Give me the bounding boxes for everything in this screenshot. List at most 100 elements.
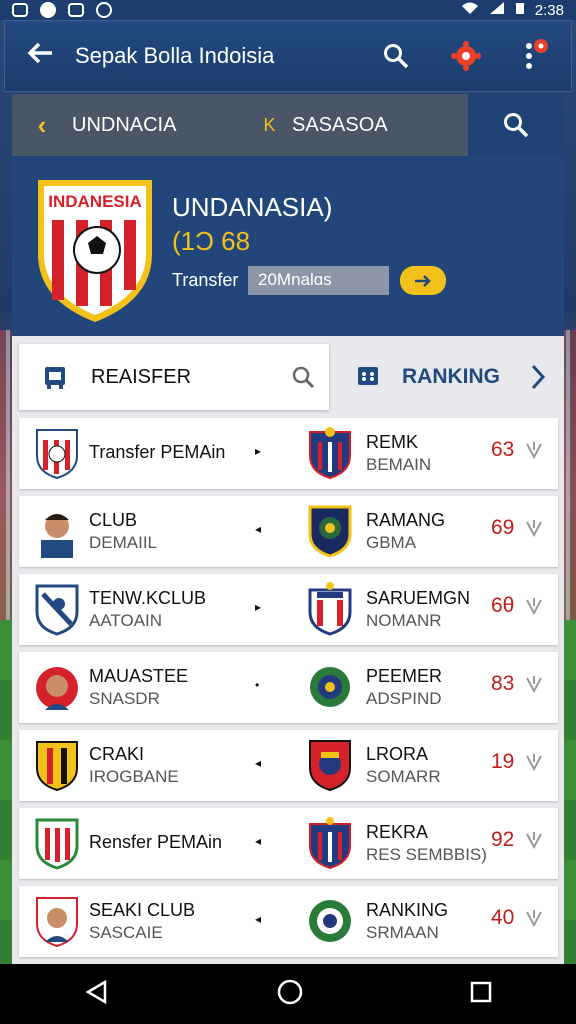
segment-search-icon[interactable] xyxy=(277,365,329,389)
item-right-subtitle: GBMA xyxy=(366,533,417,552)
item-left-subtitle: SASCAIE xyxy=(89,923,163,942)
item-score: 19 xyxy=(491,750,515,773)
item-right-subtitle: SRMAAN xyxy=(366,923,439,942)
item-score: 92 xyxy=(491,828,515,851)
chevron-down-icon[interactable] xyxy=(525,440,543,465)
direction-arrow-icon: • xyxy=(255,678,260,692)
transfer-go-button[interactable] xyxy=(400,266,446,295)
list-item[interactable]: Rensfer PEMAin ◂ REKRA RES SEMBBIS) 92 xyxy=(19,808,558,879)
list-item[interactable]: CRAKI IROGBANE ◂ LRORA SOMARR 19 xyxy=(19,730,558,801)
nav-back-icon[interactable] xyxy=(83,978,111,1011)
search-icon[interactable] xyxy=(361,43,431,69)
club-badge-icon xyxy=(35,506,79,558)
direction-arrow-icon: ◂ xyxy=(255,912,262,926)
back-arrow-icon[interactable] xyxy=(5,39,75,73)
tab-separator: K xyxy=(263,114,276,135)
list-item[interactable]: CLUB DEMAIIL ◂ RAMANG GBMA 69 xyxy=(19,496,558,567)
item-left-subtitle: DEMAIIL xyxy=(89,533,158,552)
ranking-segment-label: RANKING xyxy=(402,365,500,388)
item-left-title: CLUB xyxy=(89,510,138,530)
club-badge-icon xyxy=(35,662,79,714)
team-name: UNDANASIA) xyxy=(172,192,333,222)
item-right-title: PEEMER xyxy=(366,666,443,686)
chevron-left-icon[interactable]: ‹ xyxy=(12,110,72,141)
list-item[interactable]: Transfer PEMAin ▸ REMK BEMAIN 63 xyxy=(19,418,558,489)
list-item[interactable]: SEAKI CLUB SASCAIE ◂ RANKING SRMAAN 40 xyxy=(19,886,558,957)
chevron-down-icon[interactable] xyxy=(525,752,543,777)
team-header: INDANESIA UNDANASIA) (1Ɔ 68 Transfer 20M… xyxy=(12,156,564,336)
item-right-title: LRORA xyxy=(366,744,429,764)
chevron-down-icon[interactable] xyxy=(525,830,543,855)
opponent-badge-icon xyxy=(307,894,353,948)
item-right-title: REMK xyxy=(366,432,419,452)
app-title: Sepak Bolla Indoisia xyxy=(75,43,275,68)
team-score: (1Ɔ 68 xyxy=(172,226,251,256)
chevron-down-icon[interactable] xyxy=(525,596,543,621)
more-menu-icon[interactable] xyxy=(501,38,571,74)
item-score: 40 xyxy=(491,906,515,929)
club-badge-icon xyxy=(35,818,79,870)
item-left-title: Rensfer PEMAin xyxy=(89,832,223,852)
opponent-badge-icon xyxy=(307,426,353,480)
chevron-down-icon[interactable] xyxy=(525,518,543,543)
transfer-label: Transfer xyxy=(172,270,239,290)
content-panel: REAISFER RANKING Transfer PEMAin ▸ REMK … xyxy=(12,336,564,964)
opponent-badge-icon xyxy=(307,660,353,714)
item-left-title: CRAKI xyxy=(89,744,145,764)
nav-recents-icon[interactable] xyxy=(469,980,493,1009)
item-score: 63 xyxy=(491,438,515,461)
direction-arrow-icon: ◂ xyxy=(255,756,262,770)
crest-text: INDANESIA xyxy=(48,192,142,211)
transfer-list: Transfer PEMAin ▸ REMK BEMAIN 63 CLUB DE… xyxy=(19,418,558,964)
chevron-down-icon[interactable] xyxy=(525,908,543,933)
direction-arrow-icon: ▸ xyxy=(255,444,262,458)
team-tab-bar: ‹ UNDNACIA K SASASOA xyxy=(12,94,564,156)
item-left-subtitle: IROGBANE xyxy=(89,767,179,786)
list-item[interactable]: MAUASTEE SNASDR • PEEMER ADSPIND 83 xyxy=(19,652,558,723)
app-bar: Sepak Bolla Indoisia xyxy=(4,20,572,92)
item-left-subtitle: AATOAIN xyxy=(89,611,163,630)
item-left-title: Transfer PEMAin xyxy=(89,442,226,462)
direction-arrow-icon: ▸ xyxy=(255,600,262,614)
item-score: 6θ xyxy=(491,594,515,617)
club-badge-icon xyxy=(35,740,79,792)
settings-gear-icon[interactable] xyxy=(431,41,501,71)
item-right-title: RAMANG xyxy=(366,510,446,530)
image-icon xyxy=(68,3,84,17)
tab-team-right[interactable]: SASASOA xyxy=(292,114,388,137)
item-right-subtitle: NOMANR xyxy=(366,611,442,630)
item-right-subtitle: RES SEMBBIS) xyxy=(366,845,487,864)
sync-icon xyxy=(96,2,112,18)
transfer-value-field[interactable]: 20Mnalɑs xyxy=(248,266,389,295)
battery-icon xyxy=(515,1,525,19)
item-score: 83 xyxy=(491,672,515,695)
nav-home-icon[interactable] xyxy=(276,978,304,1011)
item-right-title: SARUEMGN xyxy=(366,588,471,608)
team-crest: INDANESIA xyxy=(34,174,156,329)
chevron-right-icon[interactable] xyxy=(512,363,564,391)
ranking-segment[interactable]: RANKING xyxy=(334,344,564,410)
opponent-badge-icon xyxy=(307,816,353,870)
item-right-subtitle: BEMAIN xyxy=(366,455,432,474)
opponent-badge-icon xyxy=(307,504,353,558)
club-badge-icon xyxy=(35,896,79,948)
item-left-title: MAUASTEE xyxy=(89,666,189,686)
item-left-title: SEAKI CLUB xyxy=(89,900,196,920)
item-left-subtitle: SNASDR xyxy=(89,689,160,708)
transfer-icon xyxy=(19,364,91,390)
sub-search-icon[interactable] xyxy=(468,94,564,156)
tab-team-left[interactable]: UNDNACIA xyxy=(72,114,247,137)
item-score: 69 xyxy=(491,516,515,539)
item-right-subtitle: SOMARR xyxy=(366,767,441,786)
club-badge-icon xyxy=(35,584,79,636)
item-right-title: REKRA xyxy=(366,822,429,842)
transfer-segment-label: REAISFER xyxy=(91,365,192,388)
transfer-segment[interactable]: REAISFER xyxy=(19,344,329,410)
item-right-subtitle: ADSPIND xyxy=(366,689,442,708)
wifi-icon xyxy=(461,1,479,19)
direction-arrow-icon: ◂ xyxy=(255,834,262,848)
signal-icon xyxy=(489,1,505,19)
chevron-down-icon[interactable] xyxy=(525,674,543,699)
list-item[interactable]: TENW.KCLUB AATOAIN ▸ SARUEMGN NOMANR 6θ xyxy=(19,574,558,645)
system-nav-bar xyxy=(0,964,576,1024)
